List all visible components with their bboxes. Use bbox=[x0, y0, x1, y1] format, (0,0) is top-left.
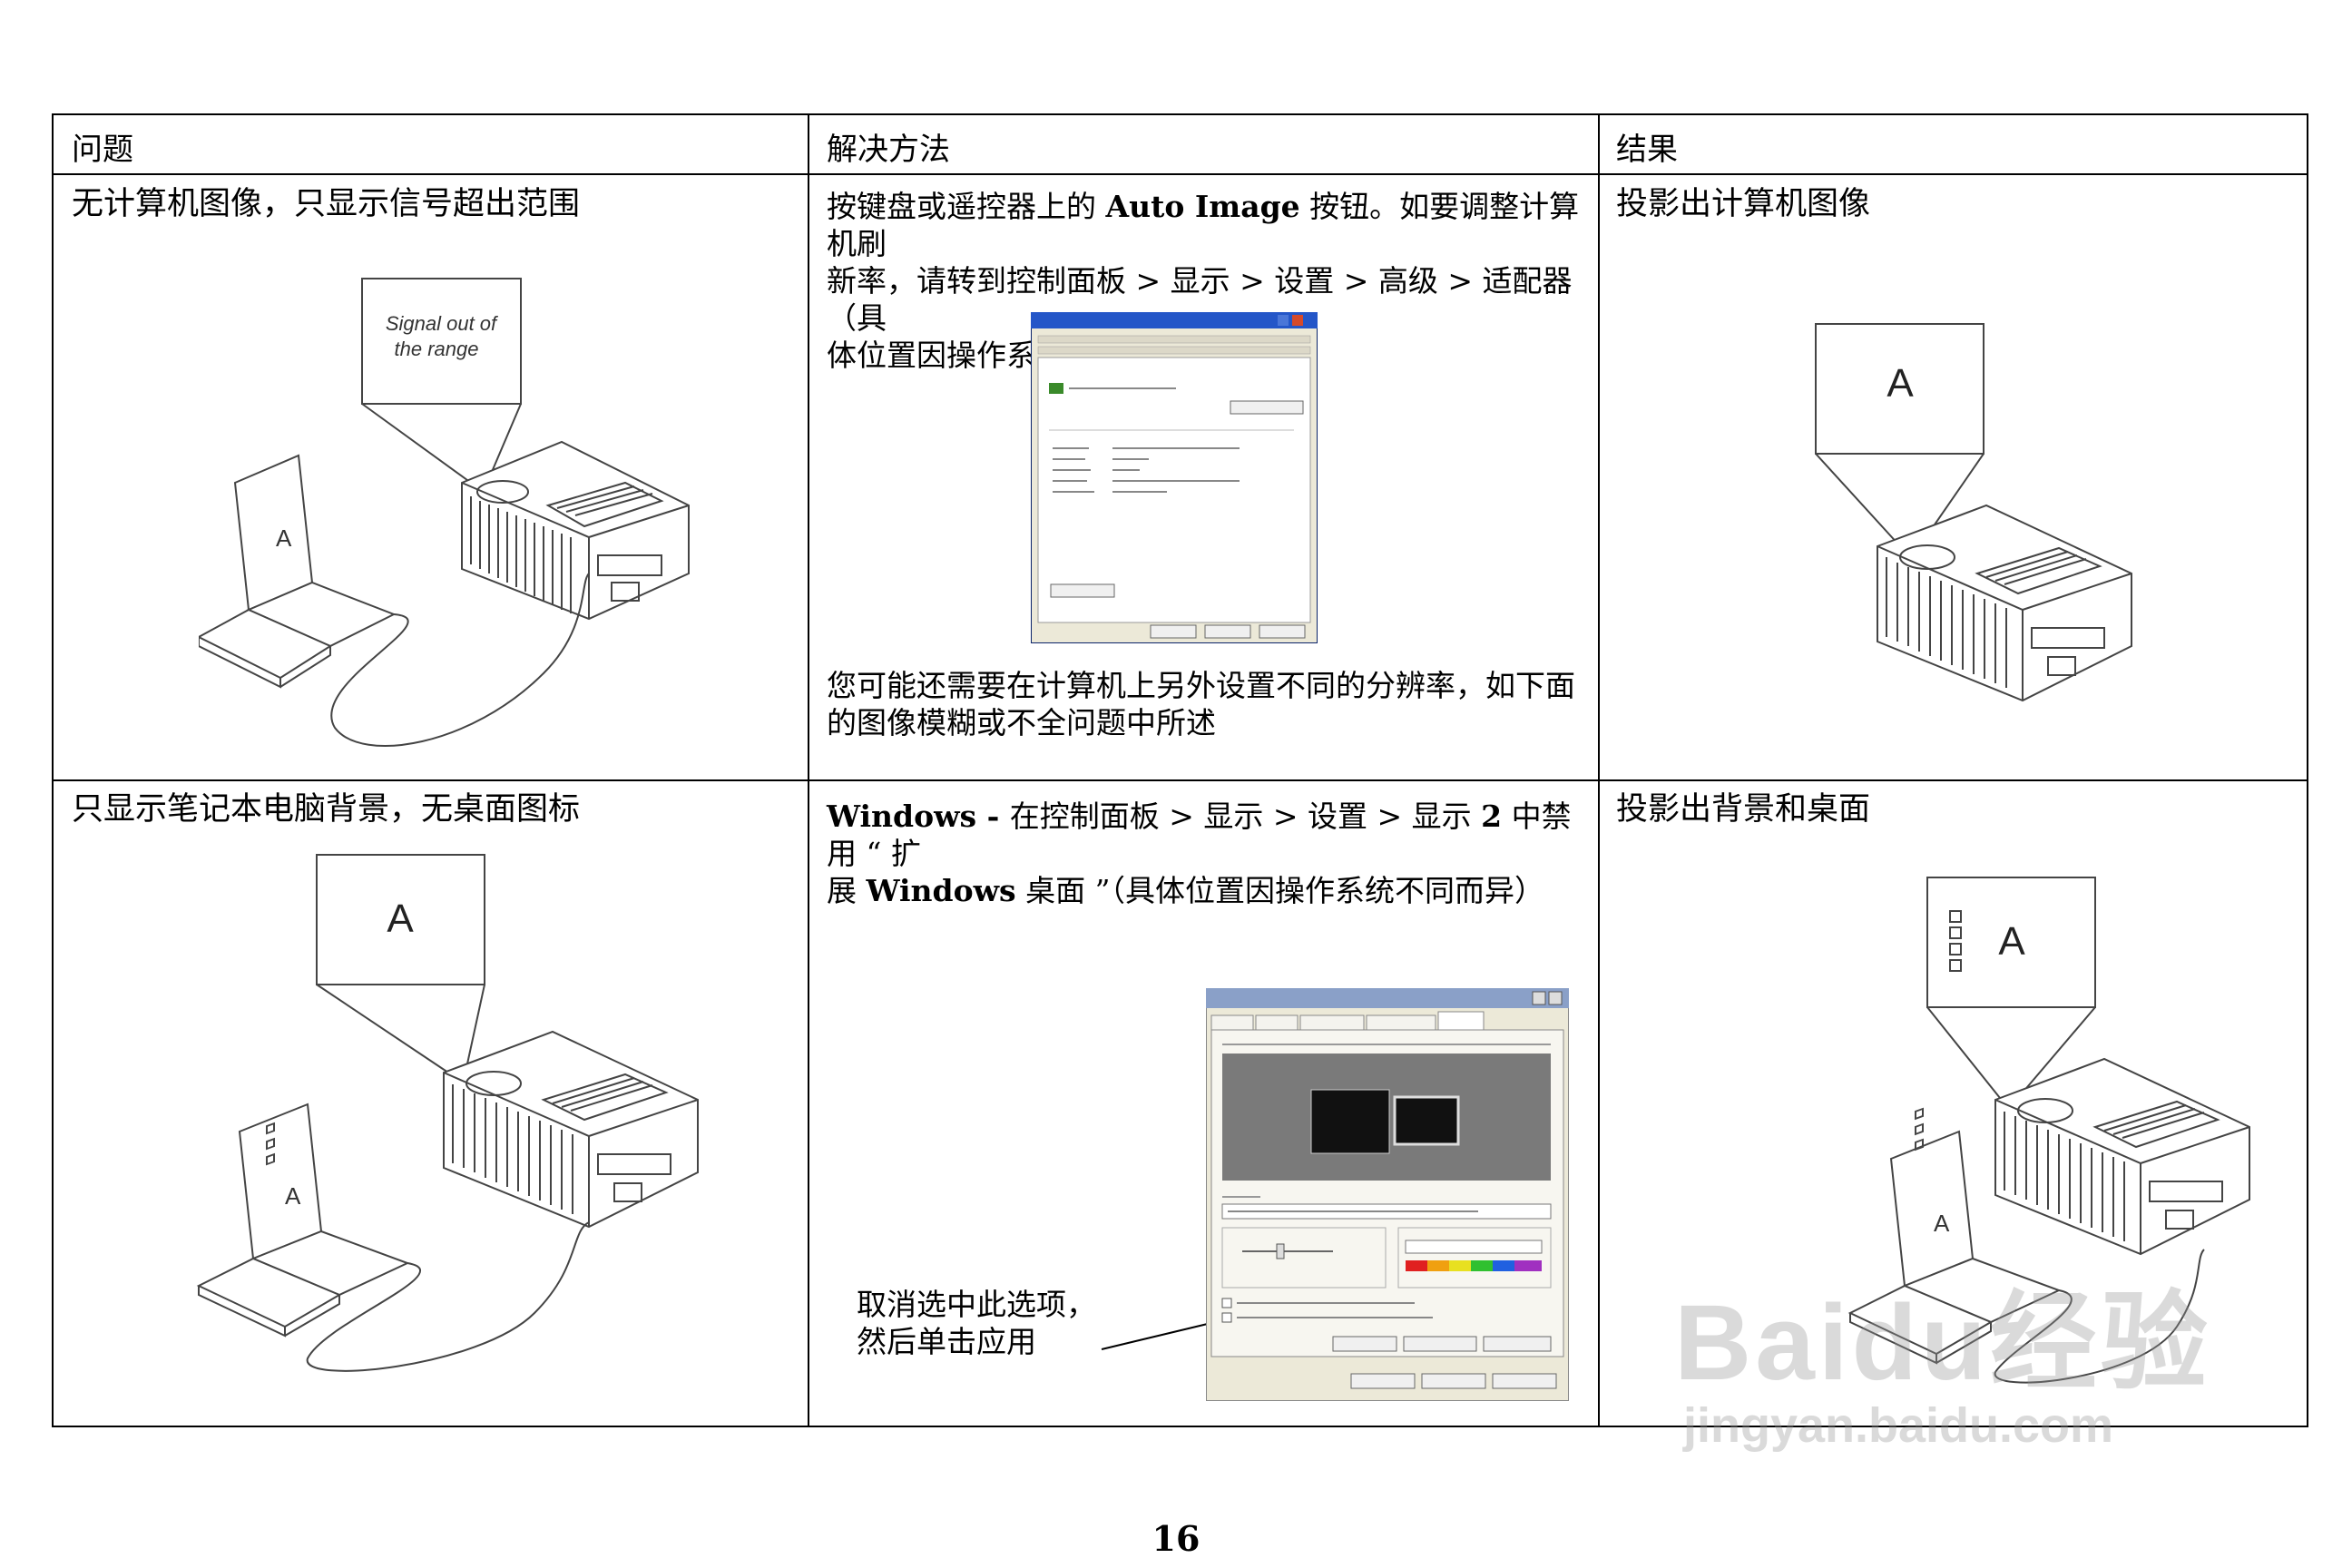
laptop-screen-letter: A bbox=[1934, 1210, 1950, 1237]
projector-signal-out-illustration: Signal out of the range A bbox=[199, 274, 707, 764]
result-screen-letter: A bbox=[1998, 919, 2025, 964]
row1-solution-note: 您可能还需要在计算机上另外设置不同的分辨率，如下面 的图像模糊或不全问题中所述 bbox=[827, 668, 1575, 740]
header-solution: 解决方法 bbox=[827, 132, 950, 168]
watermark-brand: Baidu经验 bbox=[1674, 1283, 2211, 1403]
page-number: 16 bbox=[1152, 1518, 1200, 1559]
projector-image-result-illustration: A bbox=[1741, 319, 2168, 737]
watermark-url: jingyan.baidu.com bbox=[1683, 1398, 2114, 1453]
screen-letter: A bbox=[387, 897, 414, 941]
display-properties-dialog-screenshot bbox=[1206, 988, 1569, 1401]
adapter-properties-dialog-screenshot bbox=[1031, 312, 1318, 643]
screen-text-line1: Signal out of bbox=[386, 312, 499, 335]
laptop-screen-letter: A bbox=[276, 524, 292, 552]
row2-problem: 只显示笔记本电脑背景，无桌面图标 bbox=[72, 791, 581, 828]
projector-background-illustration: A A bbox=[190, 850, 716, 1377]
row2-callout: 取消选中此选项， 然后单击应用 bbox=[857, 1287, 1096, 1359]
row1-problem: 无计算机图像，只显示信号超出范围 bbox=[72, 186, 581, 222]
header-problem: 问题 bbox=[72, 132, 133, 168]
troubleshooting-table: 问题 解决方法 结果 无计算机图像，只显示信号超出范围 按键盘或遥控器上的 Au… bbox=[52, 113, 2308, 1427]
baidu-watermark: Baidu经验 jingyan.baidu.com bbox=[1674, 1289, 2211, 1454]
column-divider bbox=[1598, 115, 1600, 1426]
row-divider bbox=[54, 779, 2307, 781]
row2-solution: Windows - 在控制面板 > 显示 > 设置 > 显示 2 中禁用 “ 扩… bbox=[827, 799, 1572, 908]
laptop-screen-letter: A bbox=[285, 1182, 301, 1210]
row2-result: 投影出背景和桌面 bbox=[1616, 791, 1871, 828]
header-result: 结果 bbox=[1616, 132, 1678, 168]
row1-result: 投影出计算机图像 bbox=[1616, 186, 1871, 222]
result-screen-letter: A bbox=[1886, 361, 1914, 406]
row-divider bbox=[54, 173, 2307, 175]
column-divider bbox=[808, 115, 809, 1426]
screen-text-line2: the range bbox=[395, 338, 479, 360]
